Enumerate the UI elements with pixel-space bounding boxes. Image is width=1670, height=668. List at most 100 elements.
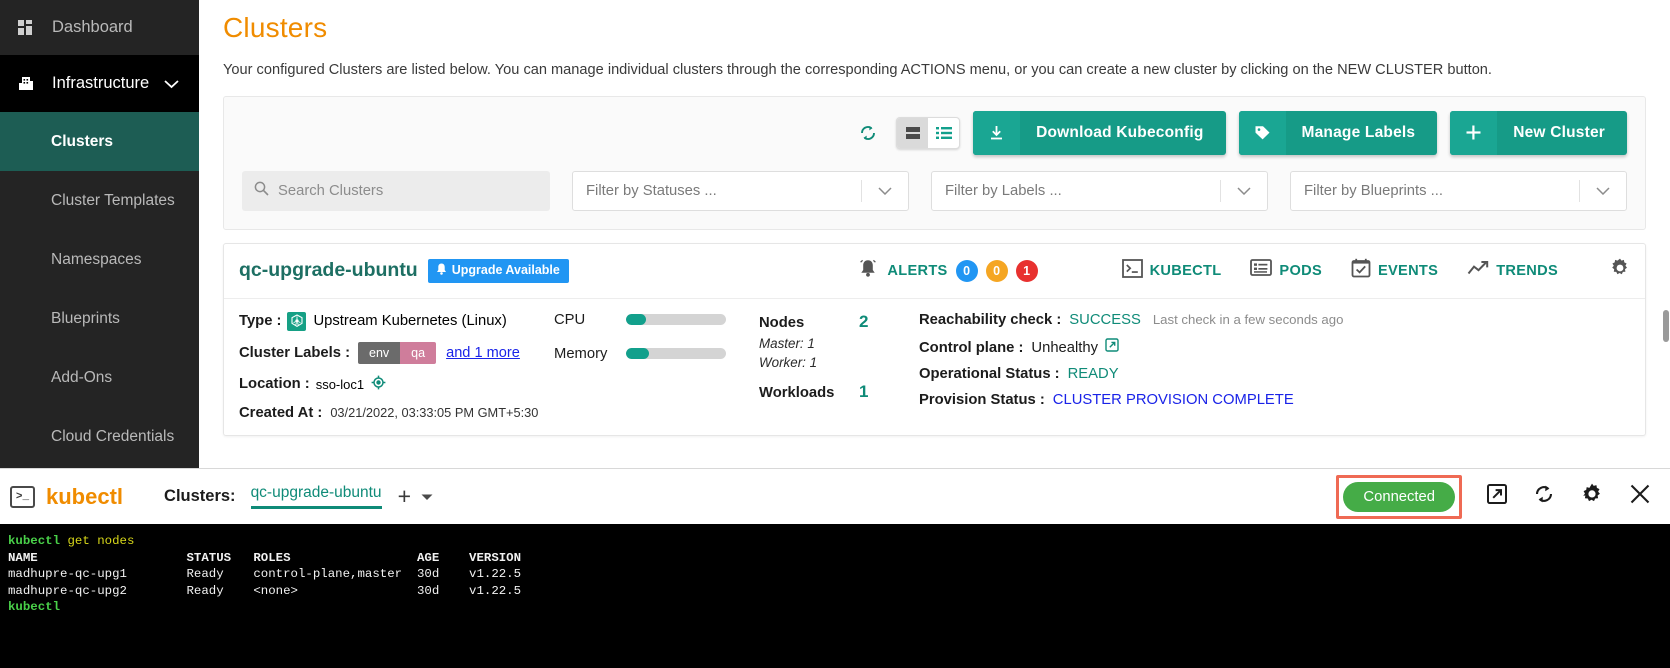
close-icon[interactable] (1628, 482, 1652, 511)
calendar-check-icon (1351, 258, 1371, 283)
sidebar-item-label: Namespaces (51, 250, 142, 268)
cluster-settings-button[interactable] (1609, 257, 1631, 284)
gear-icon (1609, 259, 1631, 283)
filter-statuses-select[interactable]: Filter by Statuses ... (572, 170, 909, 211)
scrollbar-thumb[interactable] (1663, 310, 1669, 342)
cluster-created-row: Created At : 03/21/2022, 03:33:05 PM GMT… (239, 405, 554, 421)
sidebar-item-cloud-credentials[interactable]: Cloud Credentials (0, 407, 199, 466)
master-count: Master: 1 (759, 335, 815, 351)
sidebar-item-infrastructure[interactable]: Infrastructure (0, 55, 199, 112)
search-placeholder: Search Clusters (278, 182, 384, 199)
chevron-down-icon[interactable] (164, 74, 179, 93)
new-cluster-label: New Cluster (1513, 123, 1605, 141)
connected-button[interactable]: Connected (1343, 481, 1455, 512)
filter-row: Search Clusters Filter by Statuses ... F… (224, 155, 1645, 229)
sidebar-item-add-ons[interactable]: Add-Ons (0, 348, 199, 407)
external-link-icon[interactable] (1486, 483, 1508, 510)
cluster-type-row: Type : Upstream Kubernetes (Linux) (239, 311, 554, 331)
memory-label: Memory (554, 345, 608, 362)
worker-count: Worker: 1 (759, 354, 818, 370)
label-value: qa (400, 341, 437, 364)
terminal-prompt-command: kubectl (8, 534, 61, 548)
controlplane-row: Control plane : Unhealthy (919, 338, 1625, 356)
external-link-icon[interactable] (1105, 338, 1119, 356)
bell-icon (436, 263, 447, 278)
provision-status-row: Provision Status : CLUSTER PROVISION COM… (919, 392, 1625, 408)
sidebar-item-cluster-templates[interactable]: Cluster Templates (0, 171, 199, 230)
trend-line-icon (1467, 260, 1489, 281)
cluster-card-body: Type : Upstream Kubernetes (Linux) Clust… (224, 297, 1645, 435)
download-kubeconfig-button[interactable]: Download Kubeconfig (973, 110, 1226, 155)
kubernetes-icon (287, 311, 307, 331)
page-title: Clusters (223, 12, 328, 43)
list-view-icon[interactable] (928, 118, 959, 148)
terminal-icon (1121, 259, 1143, 283)
cluster-name[interactable]: qc-upgrade-ubuntu (239, 259, 418, 282)
new-cluster-button[interactable]: New Cluster (1450, 110, 1627, 155)
alert-count-info[interactable]: 0 (955, 259, 978, 282)
chevron-down-icon[interactable] (1221, 187, 1267, 195)
target-icon[interactable] (371, 375, 386, 394)
alerts-group[interactable]: ALERTS 0 0 1 (857, 257, 1038, 284)
reachability-value: SUCCESS (1069, 311, 1141, 328)
sidebar-item-dashboard[interactable]: Dashboard (0, 0, 199, 55)
sidebar-item-blueprints[interactable]: Blueprints (0, 289, 199, 348)
kubectl-toolbar: >_ kubectl Clusters: qc-upgrade-ubuntu +… (0, 469, 1670, 524)
workloads-label: Workloads (759, 384, 835, 401)
manage-labels-button[interactable]: Manage Labels (1238, 110, 1438, 155)
kubectl-terminal[interactable]: kubectl get nodes NAME STATUS ROLES AGE … (0, 524, 1670, 668)
chevron-down-icon[interactable] (862, 187, 908, 195)
cpu-row: CPU (554, 312, 759, 328)
plus-icon[interactable]: + (398, 485, 411, 508)
upgrade-available-badge[interactable]: Upgrade Available (427, 258, 569, 283)
alert-count-warning[interactable]: 0 (985, 259, 1008, 282)
sidebar-item-label: Cluster Templates (51, 191, 175, 209)
app-root: Dashboard Infrastructure Clusters Cluste… (0, 0, 1670, 668)
search-clusters-field[interactable]: Search Clusters (242, 170, 550, 211)
upgrade-badge-label: Upgrade Available (451, 263, 560, 278)
cluster-location-key: Location : (239, 376, 310, 393)
card-view-icon[interactable] (897, 117, 929, 148)
sidebar-item-clusters[interactable]: Clusters (0, 112, 199, 171)
refresh-icon[interactable] (857, 122, 879, 144)
terminal-header-row: NAME STATUS ROLES AGE VERSION (8, 550, 522, 565)
trends-action[interactable]: TRENDS (1467, 260, 1558, 281)
provision-value[interactable]: CLUSTER PROVISION COMPLETE (1053, 392, 1294, 408)
cluster-counts-column: Nodes 2 Master: 1 Worker: 1 Workloads 1 (759, 312, 919, 421)
events-action-label: EVENTS (1377, 262, 1439, 279)
kubectl-action-label: KUBECTL (1149, 262, 1222, 279)
gear-icon[interactable] (1580, 482, 1604, 511)
download-kubeconfig-label: Download Kubeconfig (1036, 123, 1204, 141)
page-description: Your configured Clusters are listed belo… (223, 62, 1492, 78)
cluster-created-key: Created At : (239, 404, 323, 421)
cluster-label-chip[interactable]: env qa (358, 341, 437, 364)
provision-key: Provision Status : (919, 391, 1045, 408)
pods-action[interactable]: PODS (1250, 259, 1322, 283)
cluster-location-value: sso-loc1 (315, 376, 365, 392)
terminal-final-prompt: kubectl (8, 600, 61, 614)
alert-count-critical[interactable]: 1 (1015, 259, 1038, 282)
memory-row: Memory (554, 346, 759, 362)
filter-statuses-value: Filter by Statuses ... (586, 182, 717, 199)
refresh-icon[interactable] (1532, 482, 1556, 511)
filter-labels-select[interactable]: Filter by Labels ... (931, 170, 1268, 211)
caret-down-icon[interactable] (421, 488, 433, 506)
filter-blueprints-value: Filter by Blueprints ... (1304, 182, 1443, 199)
kubectl-cluster-tab[interactable]: qc-upgrade-ubuntu (250, 484, 382, 509)
view-toggle[interactable] (896, 116, 961, 149)
sidebar-item-label: Add-Ons (51, 368, 113, 386)
operational-value: READY (1067, 365, 1119, 382)
terminal-prompt-args: get nodes (60, 534, 135, 548)
reachability-key: Reachability check : (919, 311, 1062, 328)
chevron-down-icon[interactable] (1580, 187, 1626, 195)
label-key: env (358, 341, 401, 364)
cluster-resources-column: CPU Memory (554, 312, 759, 421)
events-action[interactable]: EVENTS (1351, 258, 1438, 283)
pods-action-label: PODS (1279, 262, 1322, 279)
filter-blueprints-select[interactable]: Filter by Blueprints ... (1290, 170, 1627, 211)
cluster-labels-key: Cluster Labels : (239, 344, 351, 361)
sidebar-item-namespaces[interactable]: Namespaces (0, 230, 199, 289)
terminal-row: madhupre-qc-upg2 Ready <none> 30d v1.22.… (8, 583, 522, 598)
kubectl-action[interactable]: KUBECTL (1121, 259, 1222, 283)
labels-more-link[interactable]: and 1 more (446, 345, 520, 361)
